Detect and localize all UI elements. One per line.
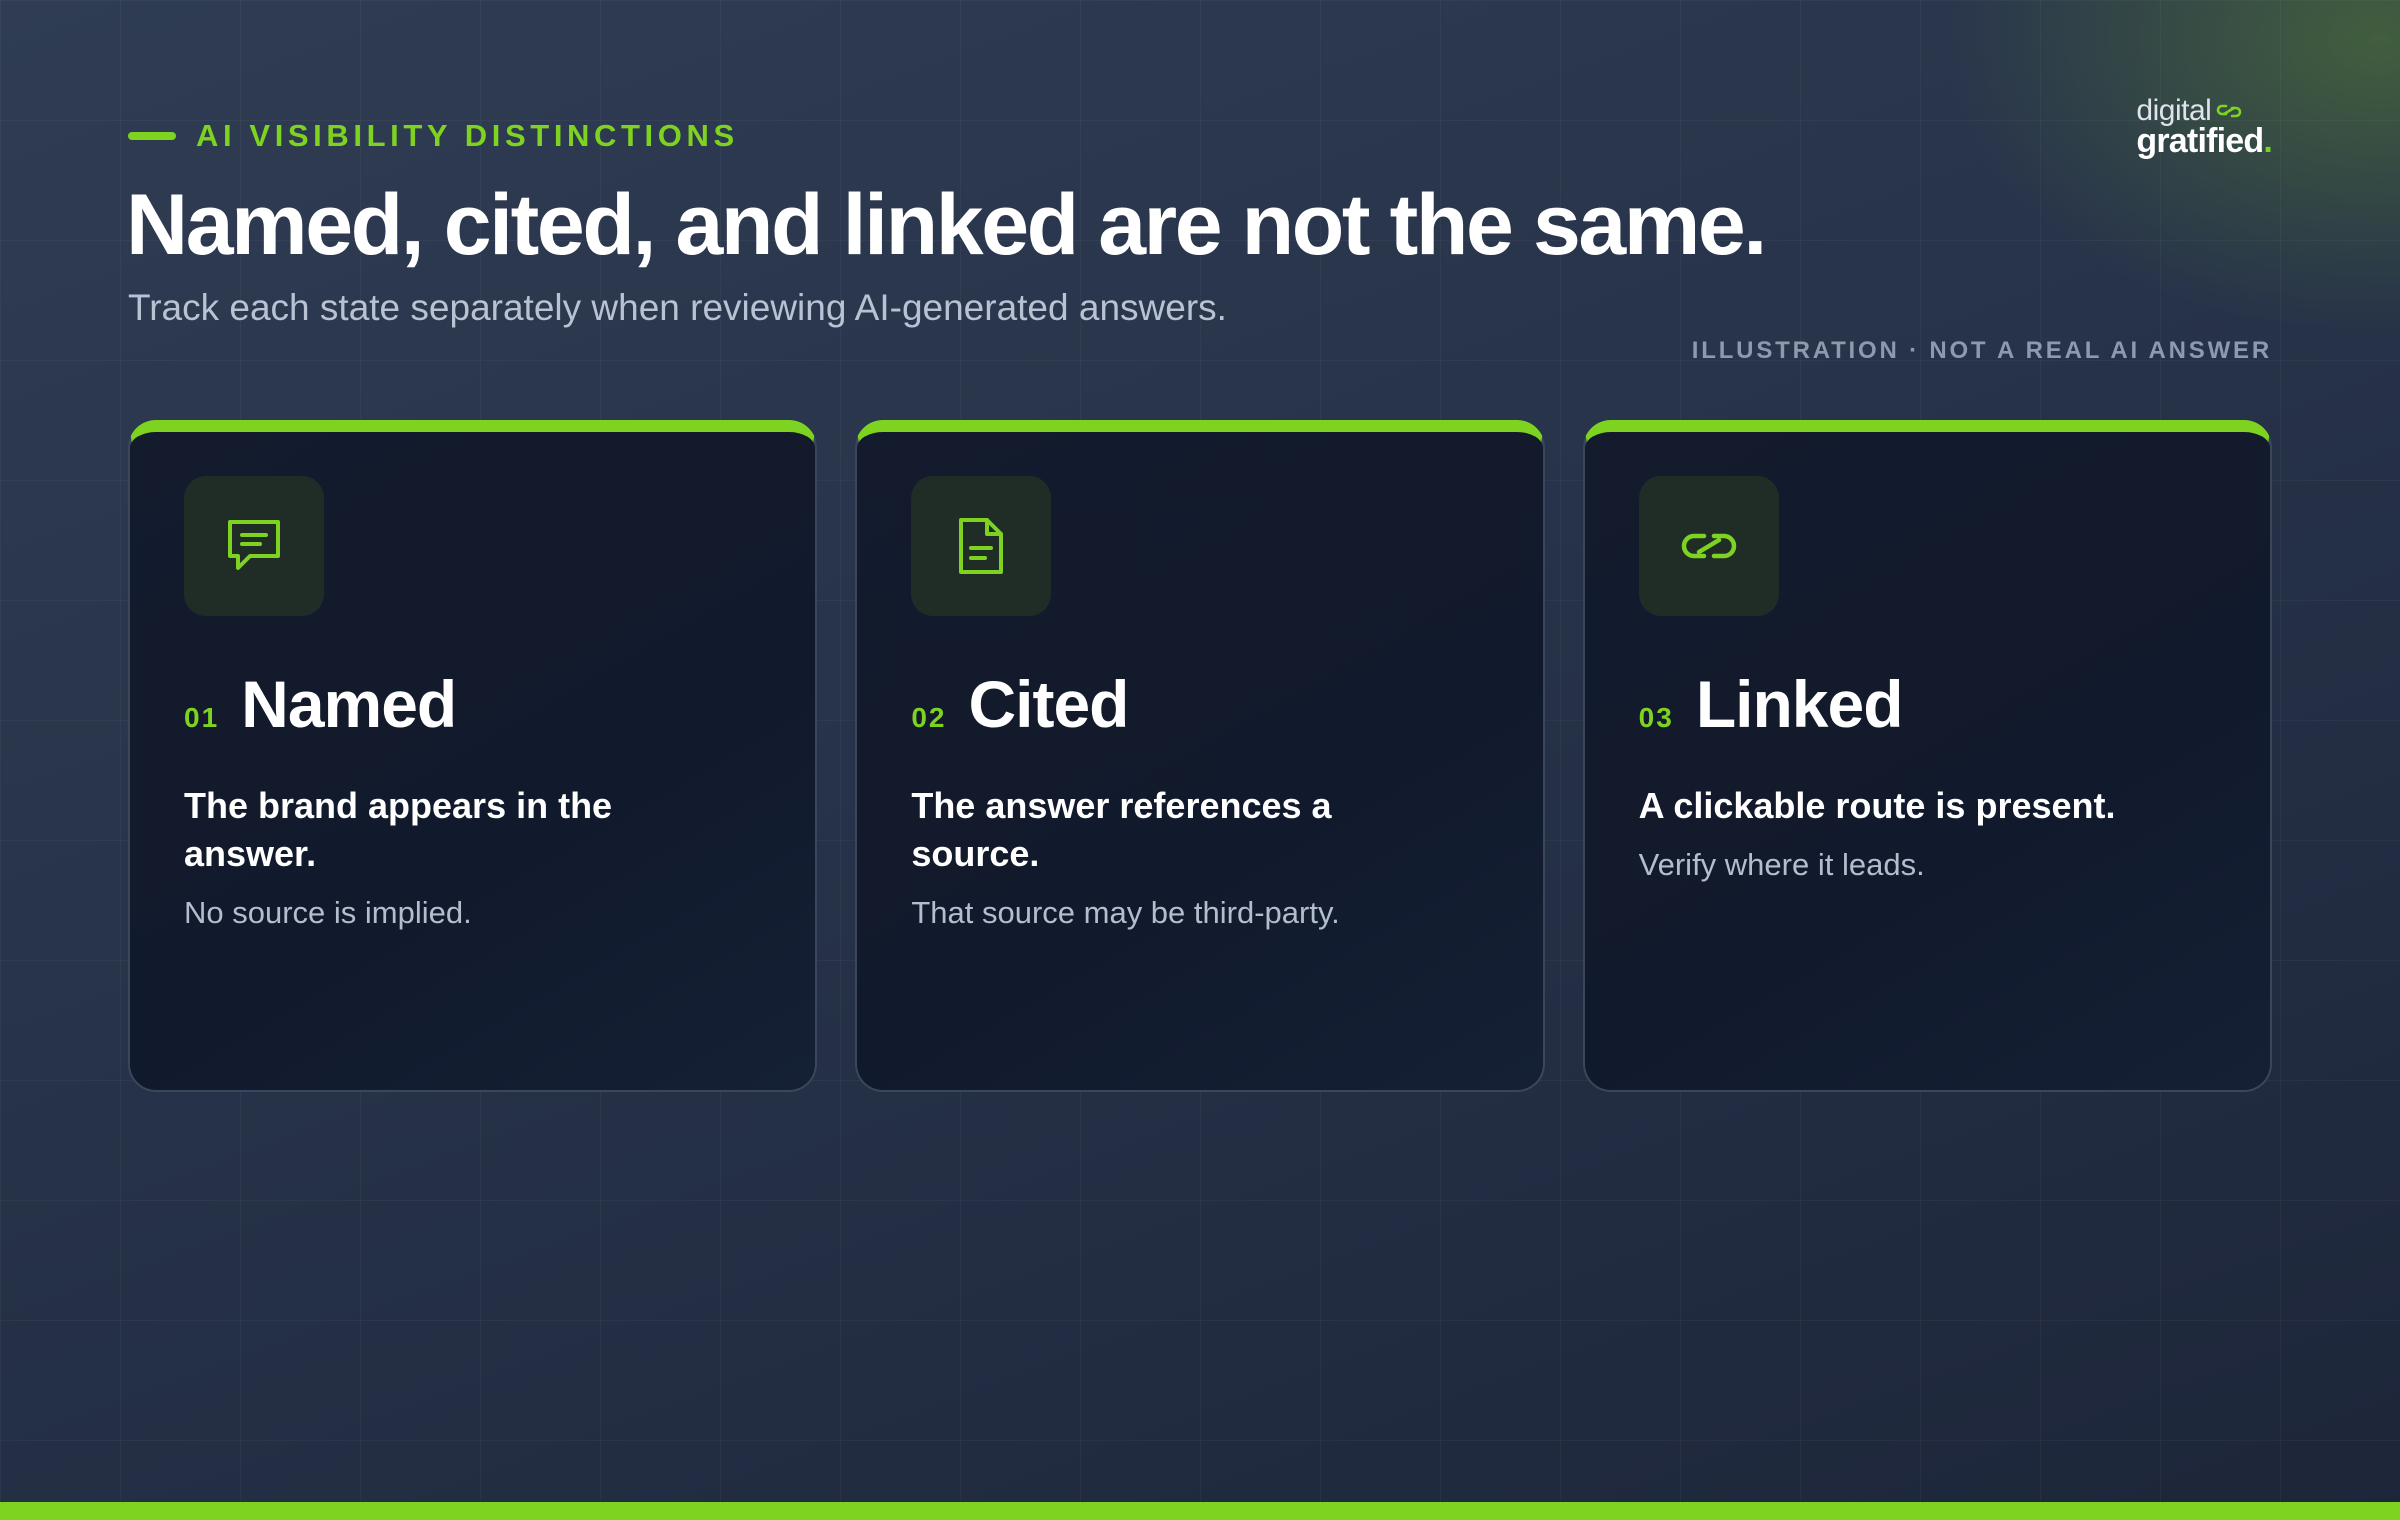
card-named: 01 Named The brand appears in the answer… [128,420,818,1092]
document-icon [959,518,1004,574]
bottom-accent-bar [0,1502,2400,1520]
card-note: Verify where it leads. [1638,847,1925,882]
eyebrow: AI VISIBILITY DISTINCTIONS [128,118,739,154]
card-note: No source is implied. [184,895,472,930]
card-lead: A clickable route is present. [1638,785,2116,826]
card-cited: 02 Cited The answer references a source.… [855,420,1545,1092]
illustration-note: ILLUSTRATION · NOT A REAL AI ANSWER [1691,337,2272,364]
logo-word-gratified: gratified [2136,122,2264,160]
card-number: 03 [1638,702,1674,733]
card-lead: The answer references a source. [911,785,1332,874]
card-lead: The brand appears in the answer. [184,785,613,874]
cards-row: 01 Named The brand appears in the answer… [128,420,2272,1092]
page-title: Named, cited, and linked are not the sam… [126,177,1767,273]
card-number: 02 [911,702,947,733]
page-subtitle: Track each state separately when reviewi… [128,287,1227,328]
logo-link-icon [2217,104,2242,118]
logo-dot: . [2263,122,2272,160]
logo-line-2: gratified. [2136,124,2272,158]
card-title: Cited [968,667,1129,741]
card-heading: 02 Cited [911,666,1488,742]
brand-logo: digital gratified. [2136,96,2272,159]
eyebrow-text: AI VISIBILITY DISTINCTIONS [196,118,739,153]
card-icon-box [184,476,324,616]
card-number: 01 [184,702,220,733]
card-icon-box [1638,476,1779,616]
eyebrow-dash [128,132,176,140]
card-note: That source may be third-party. [911,895,1340,930]
card-title: Named [241,667,457,741]
chat-bubble-icon [228,520,280,570]
card-linked: 03 Linked A clickable route is present. … [1582,420,2272,1092]
link-icon [1681,533,1736,559]
card-title: Linked [1695,667,1904,741]
card-heading: 01 Named [184,666,761,742]
card-icon-box [911,476,1052,616]
card-heading: 03 Linked [1639,666,2216,742]
